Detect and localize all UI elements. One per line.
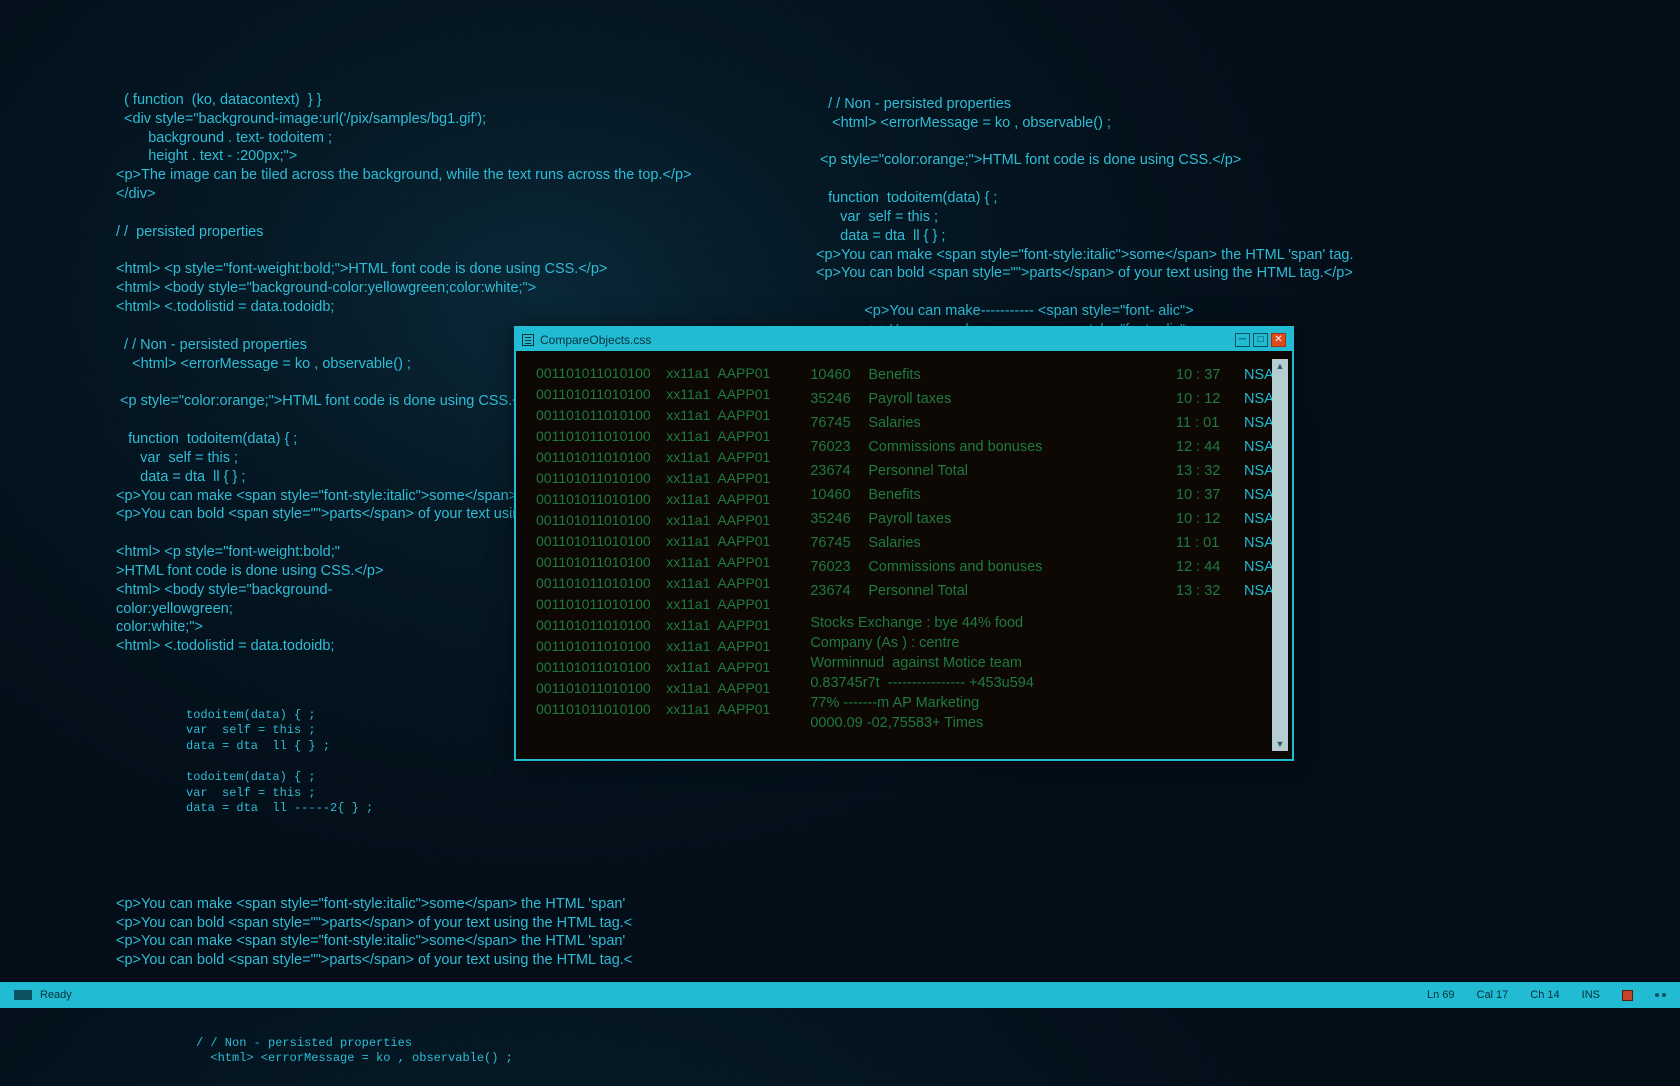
- status-ln: Ln 69: [1427, 989, 1455, 1001]
- status-ins: INS: [1582, 989, 1600, 1001]
- maximize-button[interactable]: □: [1253, 333, 1268, 347]
- editor-window: CompareObjects.css ─ □ ✕ 001101011010100…: [514, 326, 1294, 761]
- scroll-track[interactable]: [1272, 373, 1288, 737]
- table-row: 76745Salaries11 : 01NSA: [810, 411, 1284, 435]
- data-column: 10460Benefits10 : 37NSA35246Payroll taxe…: [810, 363, 1284, 747]
- status-ch: Ch 14: [1530, 989, 1559, 1001]
- table-row: 35246Payroll taxes10 : 12NSA: [810, 507, 1284, 531]
- status-cal: Cal 17: [1477, 989, 1509, 1001]
- scrollbar[interactable]: ▲ ▼: [1272, 359, 1288, 751]
- table-row: 35246Payroll taxes10 : 12NSA: [810, 387, 1284, 411]
- status-chip-icon: [14, 990, 32, 1000]
- scroll-down-icon[interactable]: ▼: [1272, 737, 1288, 751]
- status-ready: Ready: [40, 989, 72, 1001]
- table-row: 10460Benefits10 : 37NSA: [810, 483, 1284, 507]
- window-body: 001101011010100 xx11a1 AAPP01 0011010110…: [516, 351, 1292, 759]
- hex-column: 001101011010100 xx11a1 AAPP01 0011010110…: [536, 363, 770, 747]
- window-title: CompareObjects.css: [540, 333, 651, 347]
- table-row: 23674Personnel Total13 : 32NSA: [810, 459, 1284, 483]
- window-titlebar[interactable]: CompareObjects.css ─ □ ✕: [516, 328, 1292, 351]
- minimize-button[interactable]: ─: [1235, 333, 1250, 347]
- code-mono-2: / / Non - persisted properties <html> <e…: [196, 1036, 692, 1067]
- status-dots-icon: [1655, 993, 1666, 997]
- close-button[interactable]: ✕: [1271, 333, 1286, 347]
- code-tail: <p>You can make <span style="font-style:…: [116, 895, 692, 970]
- status-bar: Ready Ln 69 Cal 17 Ch 14 INS: [0, 982, 1680, 1008]
- footer-text: Stocks Exchange : bye 44% food Company (…: [810, 613, 1284, 733]
- table-row: 23674Personnel Total13 : 32NSA: [810, 579, 1284, 603]
- table-row: 76023Commissions and bonuses12 : 44NSA: [810, 555, 1284, 579]
- table-row: 10460Benefits10 : 37NSA: [810, 363, 1284, 387]
- document-icon: [522, 334, 534, 346]
- table-row: 76745Salaries11 : 01NSA: [810, 531, 1284, 555]
- table-row: 76023Commissions and bonuses12 : 44NSA: [810, 435, 1284, 459]
- scroll-up-icon[interactable]: ▲: [1272, 359, 1288, 373]
- status-indicator-icon: [1622, 990, 1633, 1001]
